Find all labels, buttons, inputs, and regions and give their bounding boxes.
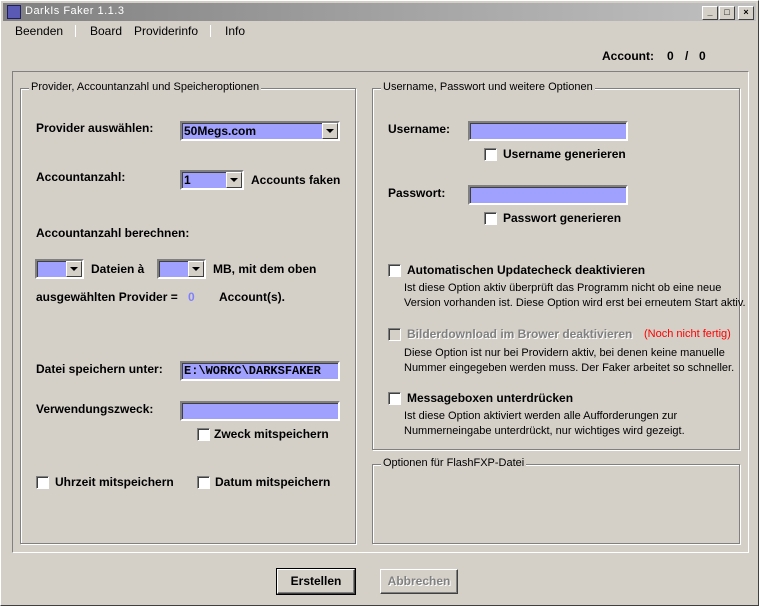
datei-input-value: E:\WORKC\DARKSFAKER — [184, 364, 321, 378]
username-input[interactable] — [468, 121, 628, 141]
username-generieren-label[interactable]: Username generieren — [503, 147, 626, 161]
updatecheck-desc-line1: Ist diese Option aktiv überprüft das Pro… — [404, 282, 722, 294]
accountanzahl-select[interactable]: 1 — [180, 170, 244, 190]
close-button[interactable]: × — [738, 6, 754, 20]
updatecheck-label[interactable]: Automatischen Updatecheck deaktivieren — [407, 263, 645, 277]
zweck-label: Verwendungszweck: — [36, 402, 154, 416]
flashfxp-group-title: Optionen für FlashFXP-Datei — [381, 457, 527, 469]
app-icon — [7, 5, 21, 19]
bilder-note: (Noch nicht fertig) — [644, 328, 731, 340]
msgbox-label[interactable]: Messageboxen unterdrücken — [407, 391, 573, 405]
uhrzeit-label[interactable]: Uhrzeit mitspeichern — [55, 475, 174, 489]
bilder-label[interactable]: Bilderdownload im Brower deaktivieren — [407, 327, 632, 341]
mb-text: MB, mit dem oben — [213, 262, 317, 276]
datum-label[interactable]: Datum mitspeichern — [215, 475, 330, 489]
passwort-generieren-label[interactable]: Passwort generieren — [503, 211, 621, 225]
bilder-desc-line2: Nummer eingegeben werden muss. Der Faker… — [404, 362, 735, 374]
passwort-input[interactable] — [468, 185, 628, 205]
bilder-description: Diese Option ist nur bei Providern aktiv… — [404, 346, 734, 376]
accounts-suffix: Account(s). — [219, 290, 285, 304]
msgbox-description: Ist diese Option aktiviert werden alle A… — [404, 409, 685, 439]
provider-group-title: Provider, Accountanzahl und Speicheropti… — [29, 81, 262, 93]
zweck-mitspeichern-checkbox[interactable] — [197, 428, 210, 441]
account-label: Account: — [602, 49, 654, 63]
account-separator: / — [685, 49, 689, 63]
provider-label: Provider auswählen: — [36, 121, 154, 135]
updatecheck-checkbox[interactable] — [388, 264, 401, 277]
datei-label: Datei speichern unter: — [36, 362, 163, 376]
updatecheck-description: Ist diese Option aktiv überprüft das Pro… — [404, 281, 746, 311]
msgbox-checkbox[interactable] — [388, 392, 401, 405]
result-value: 0 — [188, 290, 195, 304]
username-group-title: Username, Passwort und weitere Optionen — [381, 81, 595, 93]
maximize-icon: □ — [724, 7, 730, 17]
menu-separator — [75, 25, 76, 37]
chevron-down-icon[interactable] — [66, 261, 82, 277]
window-title: DarkIs Faker 1.1.3 — [25, 5, 125, 17]
username-label: Username: — [388, 122, 451, 136]
flashfxp-groupbox: Optionen für FlashFXP-Datei — [372, 457, 740, 544]
accountanzahl-select-value: 1 — [184, 173, 191, 187]
main-window: DarkIs Faker 1.1.3 _ □ × Beenden Board P… — [0, 0, 759, 606]
account-current: 0 — [667, 49, 674, 63]
account-total: 0 — [699, 49, 706, 63]
menu-beenden[interactable]: Beenden — [15, 24, 63, 38]
uhrzeit-checkbox[interactable] — [36, 476, 49, 489]
title-bar[interactable]: DarkIs Faker 1.1.3 _ □ × — [3, 3, 756, 21]
updatecheck-desc-line2: Version vorhanden ist. Diese Option wird… — [404, 297, 746, 309]
chevron-down-icon[interactable] — [226, 172, 242, 188]
chevron-down-icon[interactable] — [322, 123, 338, 139]
msgbox-desc-line1: Ist diese Option aktiviert werden alle A… — [404, 410, 678, 422]
provider-select-value: 50Megs.com — [184, 124, 257, 138]
provider-select[interactable]: 50Megs.com — [180, 121, 340, 141]
menu-providerinfo[interactable]: Providerinfo — [134, 24, 198, 38]
menu-bar: Beenden Board Providerinfo Info — [3, 21, 756, 41]
close-icon: × — [743, 7, 749, 17]
bilder-desc-line1: Diese Option ist nur bei Providern aktiv… — [404, 347, 725, 359]
menu-info[interactable]: Info — [225, 24, 245, 38]
bilder-checkbox[interactable] — [388, 328, 401, 341]
berechnen-label: Accountanzahl berechnen: — [36, 226, 190, 240]
erstellen-button[interactable]: Erstellen — [276, 568, 356, 595]
passwort-label: Passwort: — [388, 186, 446, 200]
abbrechen-button[interactable]: Abbrechen — [380, 569, 458, 594]
accounts-faken-label: Accounts faken — [251, 173, 341, 187]
accountanzahl-label: Accountanzahl: — [36, 170, 126, 184]
datum-checkbox[interactable] — [197, 476, 210, 489]
datei-input[interactable]: E:\WORKC\DARKSFAKER — [180, 361, 340, 381]
ausgewaehlt-text: ausgewählten Provider = — [36, 290, 178, 304]
minimize-icon: _ — [707, 7, 713, 17]
dateien-select[interactable] — [35, 259, 84, 279]
maximize-button[interactable]: □ — [719, 6, 735, 20]
username-generieren-checkbox[interactable] — [484, 148, 497, 161]
zweck-mitspeichern-label[interactable]: Zweck mitspeichern — [214, 427, 329, 441]
passwort-generieren-checkbox[interactable] — [484, 212, 497, 225]
menu-board[interactable]: Board — [90, 24, 122, 38]
menu-separator — [210, 25, 211, 37]
chevron-down-icon[interactable] — [188, 261, 204, 277]
zweck-input[interactable] — [180, 401, 340, 421]
msgbox-desc-line2: Nummerneingabe unterdrückt, nur wichtige… — [404, 425, 685, 437]
dateien-a-label: Dateien à — [91, 262, 145, 276]
mb-select[interactable] — [157, 259, 206, 279]
minimize-button[interactable]: _ — [702, 6, 718, 20]
